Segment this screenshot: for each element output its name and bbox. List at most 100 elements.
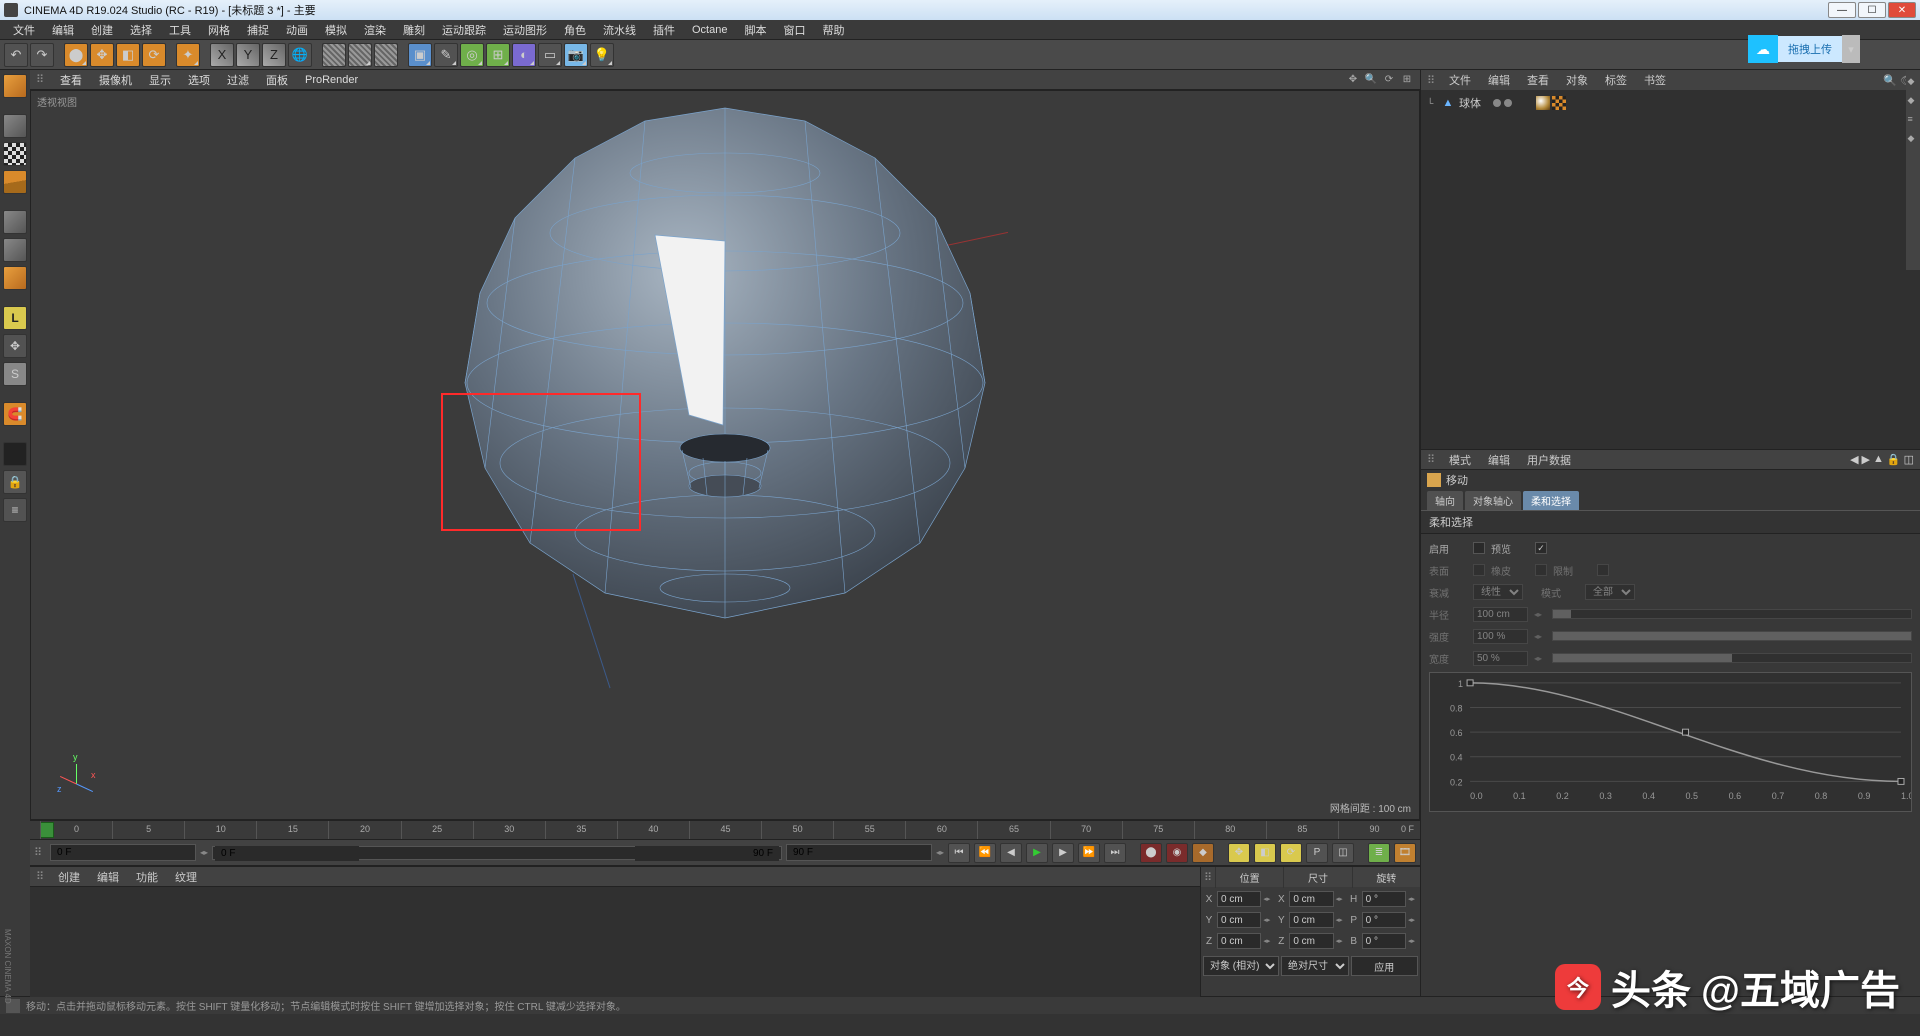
scale-tool[interactable]: ◧ [116, 43, 140, 67]
grip-icon[interactable]: ⠿ [1427, 453, 1439, 466]
render-picture-viewer[interactable] [348, 43, 372, 67]
menu-window[interactable]: 窗口 [776, 20, 812, 40]
range-end-field[interactable] [635, 846, 779, 861]
attr-menu-mode[interactable]: 模式 [1442, 451, 1478, 469]
radius-field[interactable] [1473, 607, 1528, 622]
preview-checkbox[interactable] [1535, 542, 1547, 554]
menu-simulate[interactable]: 模拟 [318, 20, 354, 40]
goto-prev-key-button[interactable]: ⏪ [974, 843, 996, 863]
coord-size-mode-select[interactable]: 绝对尺寸 [1281, 956, 1349, 976]
rubber-checkbox[interactable] [1535, 564, 1547, 576]
coord-pos-field[interactable] [1217, 912, 1261, 928]
viewport-solo-off[interactable] [3, 442, 27, 466]
enable-checkbox[interactable] [1473, 542, 1485, 554]
light-object[interactable]: 💡 [590, 43, 614, 67]
grip-icon[interactable]: ⠿ [36, 73, 50, 86]
object-tree[interactable]: └ ▲ 球体 [1421, 90, 1920, 449]
last-tool[interactable]: ✦ [176, 43, 200, 67]
edges-mode[interactable] [3, 238, 27, 262]
mat-menu-create[interactable]: 创建 [51, 868, 87, 886]
vmenu-display[interactable]: 显示 [142, 71, 178, 89]
menu-animate[interactable]: 动画 [279, 20, 315, 40]
coord-size-field[interactable] [1289, 933, 1333, 949]
points-mode[interactable] [3, 210, 27, 234]
vp-move-icon[interactable]: ✥ [1346, 73, 1360, 87]
coord-apply-button[interactable]: 应用 [1351, 956, 1419, 976]
range-slider[interactable] [212, 846, 782, 860]
render-settings[interactable] [374, 43, 398, 67]
expand-icon[interactable]: └ [1427, 98, 1437, 108]
menu-render[interactable]: 渲染 [357, 20, 393, 40]
grip-icon[interactable]: ⠿ [1427, 74, 1439, 87]
coord-rot-field[interactable] [1362, 933, 1406, 949]
pla-key-button[interactable]: ◫ [1332, 843, 1354, 863]
menu-select[interactable]: 选择 [123, 20, 159, 40]
anim-layers-button[interactable]: ≣ [1368, 843, 1390, 863]
lock-z-axis[interactable]: Z [262, 43, 286, 67]
camera-object[interactable]: 📷 [564, 43, 588, 67]
coord-system[interactable]: 🌐 [288, 43, 312, 67]
bend-deformer[interactable]: ◐ [512, 43, 536, 67]
menu-script[interactable]: 脚本 [737, 20, 773, 40]
current-frame-field[interactable] [50, 844, 196, 861]
upload-widget[interactable]: ☁ 拖拽上传 ▾ [1748, 35, 1860, 63]
vmenu-panel[interactable]: 面板 [259, 71, 295, 89]
tab-icon-2[interactable]: ◆ [1908, 95, 1919, 106]
menu-edit[interactable]: 编辑 [45, 20, 81, 40]
coord-size-field[interactable] [1289, 912, 1333, 928]
grip-icon[interactable]: ⠿ [36, 870, 48, 883]
rot-key-button[interactable]: ⟳ [1280, 843, 1302, 863]
visibility-editor-dot[interactable] [1493, 99, 1501, 107]
vmenu-view[interactable]: 查看 [53, 71, 89, 89]
attr-nav-up-icon[interactable]: ▲ [1873, 453, 1884, 466]
strength-slider[interactable] [1552, 631, 1912, 641]
object-item-sphere[interactable]: └ ▲ 球体 [1425, 94, 1916, 112]
menu-tools[interactable]: 工具 [162, 20, 198, 40]
width-slider[interactable] [1552, 653, 1912, 663]
texture-mode[interactable] [3, 142, 27, 166]
coord-rot-field[interactable] [1362, 912, 1406, 928]
radius-slider[interactable] [1552, 609, 1912, 619]
surface-checkbox[interactable] [1473, 564, 1485, 576]
phong-tag-icon[interactable] [1536, 96, 1550, 110]
goto-start-button[interactable]: ⏮ [948, 843, 970, 863]
attr-tab-softselect[interactable]: 柔和选择 [1523, 491, 1579, 510]
mat-menu-function[interactable]: 功能 [129, 868, 165, 886]
undo-button[interactable]: ↶ [4, 43, 28, 67]
coord-size-field[interactable] [1289, 891, 1333, 907]
redo-button[interactable]: ↷ [30, 43, 54, 67]
vmenu-cameras[interactable]: 摄像机 [92, 71, 139, 89]
minimize-button[interactable]: — [1828, 2, 1856, 18]
vp-rotate-icon[interactable]: ⟳ [1382, 73, 1396, 87]
goto-next-key-button[interactable]: ⏩ [1078, 843, 1100, 863]
obj-menu-view[interactable]: 查看 [1520, 71, 1556, 89]
mat-menu-edit[interactable]: 编辑 [90, 868, 126, 886]
array-generator[interactable]: ⊞ [486, 43, 510, 67]
floor-object[interactable]: ▭ [538, 43, 562, 67]
workplane-mode[interactable] [3, 170, 27, 194]
attr-new-icon[interactable]: ◫ [1904, 453, 1914, 466]
max-frame-field[interactable] [786, 844, 932, 861]
attr-tab-axis[interactable]: 轴向 [1427, 491, 1463, 510]
width-field[interactable] [1473, 651, 1528, 666]
vmenu-filter[interactable]: 过滤 [220, 71, 256, 89]
material-list[interactable] [30, 887, 1200, 997]
rotate-tool[interactable]: ⟳ [142, 43, 166, 67]
goto-end-button[interactable]: ⏭ [1104, 843, 1126, 863]
render-view[interactable] [322, 43, 346, 67]
menu-snap[interactable]: 捕捉 [240, 20, 276, 40]
menu-create[interactable]: 创建 [84, 20, 120, 40]
visibility-render-dot[interactable] [1504, 99, 1512, 107]
menu-help[interactable]: 帮助 [815, 20, 851, 40]
vmenu-prorender[interactable]: ProRender [298, 73, 365, 87]
menu-file[interactable]: 文件 [6, 20, 42, 40]
lock-y-axis[interactable]: Y [236, 43, 260, 67]
play-button[interactable]: ▶ [1026, 843, 1048, 863]
tweak-mode[interactable]: ✥ [3, 334, 27, 358]
obj-search-icon[interactable]: 🔍 [1883, 74, 1897, 87]
polygons-mode[interactable] [3, 266, 27, 290]
attr-lock-icon[interactable]: 🔒 [1887, 453, 1901, 466]
live-select-tool[interactable]: ⬤ [64, 43, 88, 67]
tab-icon-1[interactable]: ◆ [1908, 76, 1919, 87]
vp-layout-icon[interactable]: ⊞ [1400, 73, 1414, 87]
